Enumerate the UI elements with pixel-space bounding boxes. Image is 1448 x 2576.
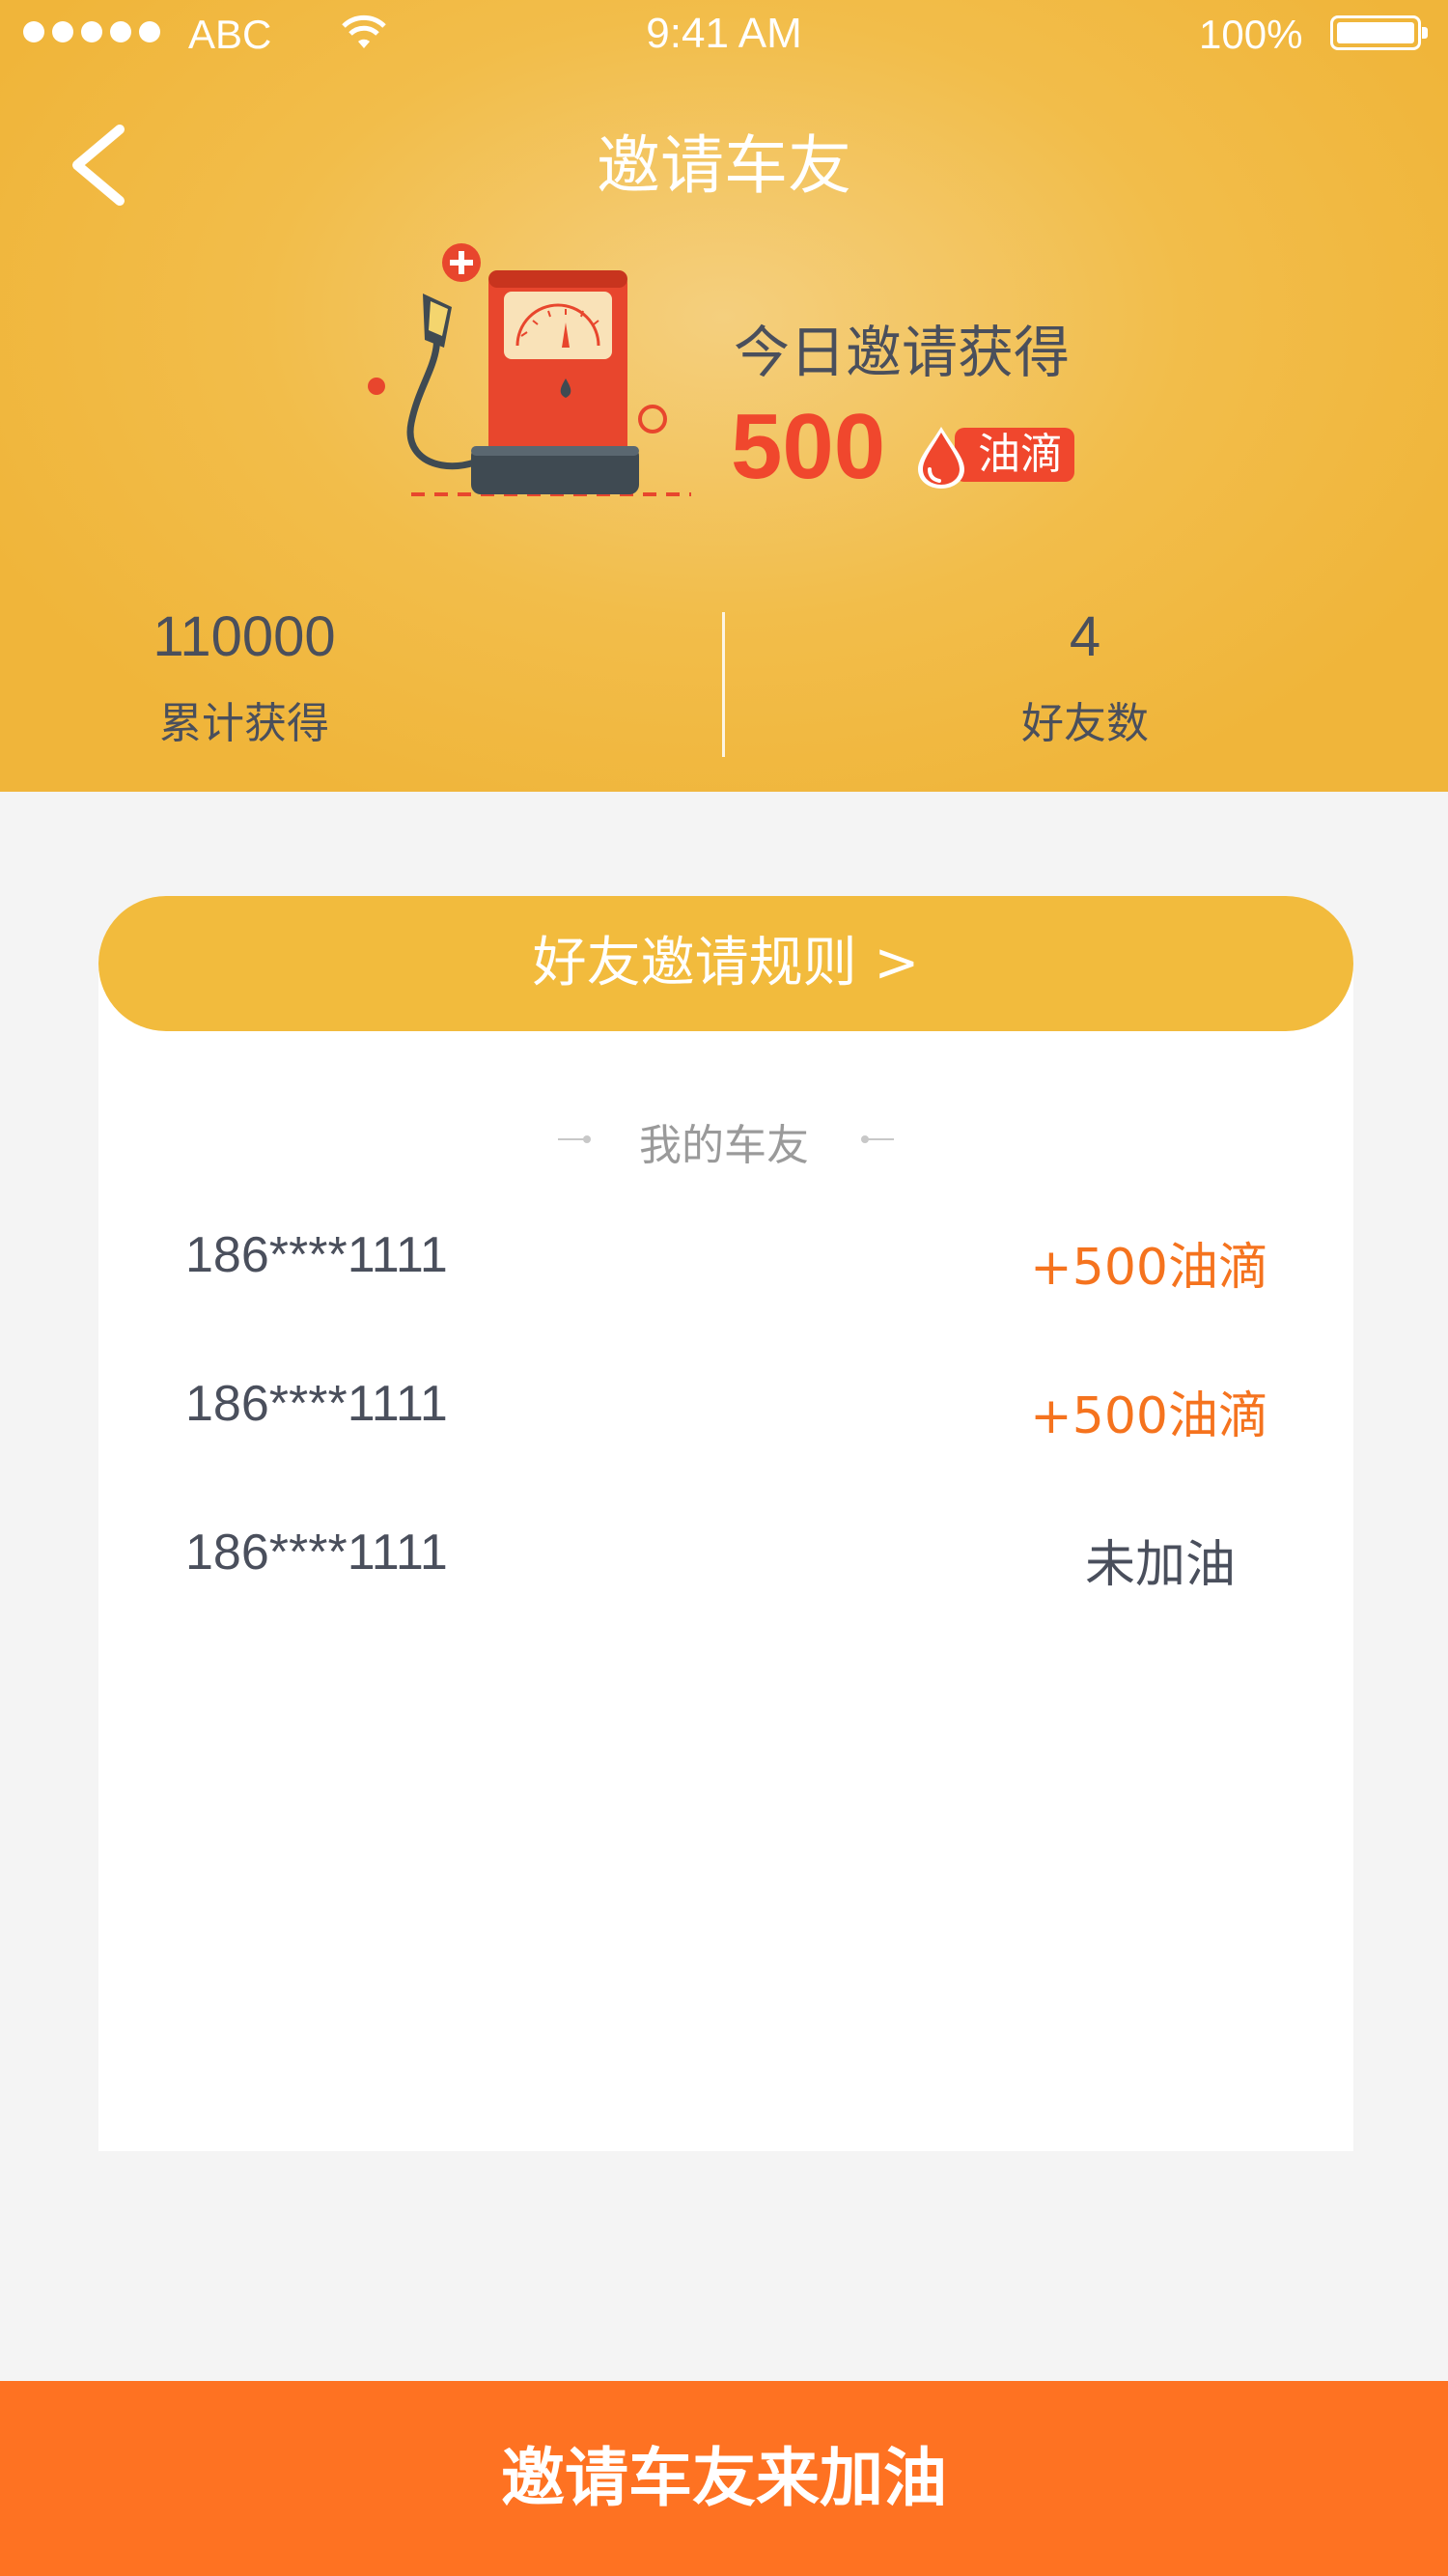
stats-row: 110000 累计获得 4 好友数 — [0, 599, 1448, 763]
friend-row: 186****1111 +500油滴 — [185, 1207, 1268, 1356]
oil-drop-icon — [918, 427, 964, 489]
friend-phone: 186****1111 — [185, 1376, 448, 1432]
page-title: 邀请车友 — [597, 128, 851, 203]
battery-percentage: 100% — [1199, 12, 1303, 57]
oil-drop-unit-badge: 油滴 — [955, 428, 1074, 482]
friend-reward: +500油滴 — [1030, 1387, 1268, 1445]
today-earned-value: 500 — [731, 395, 886, 498]
friend-phone: 186****1111 — [185, 1227, 448, 1283]
friend-reward: +500油滴 — [1030, 1239, 1268, 1297]
friend-row: 186****1111 未加油 — [185, 1504, 1267, 1653]
total-earned-label: 累计获得 — [159, 699, 329, 748]
invite-friends-button[interactable]: 邀请车友来加油 — [0, 2381, 1448, 2576]
friend-status-not-fueled: 未加油 — [1084, 1536, 1236, 1594]
gas-pump-icon — [368, 243, 691, 496]
friend-count-value: 4 — [1069, 605, 1101, 668]
status-bar: ABC 9:41 AM 100% — [0, 0, 1448, 68]
friend-row: 186****1111 +500油滴 — [185, 1356, 1268, 1504]
battery-icon — [1330, 15, 1428, 50]
friend-count-stat: 4 好友数 — [723, 599, 1447, 763]
invite-rules-button[interactable]: 好友邀请规则 > — [98, 896, 1353, 1031]
today-earned-label: 今日邀请获得 — [734, 320, 1071, 385]
header-banner: ABC 9:41 AM 100% 邀请车友 今日邀请获得 500 油滴 1100… — [0, 0, 1448, 792]
my-friends-title: 我的车友 — [639, 1121, 809, 1170]
section-title-right-decoration — [861, 1135, 894, 1143]
friend-list: 186****1111 +500油滴 186****1111 +500油滴 18… — [185, 1207, 1268, 1653]
total-earned-stat: 110000 累计获得 — [0, 599, 606, 763]
friend-phone: 186****1111 — [185, 1525, 448, 1581]
total-earned-value: 110000 — [153, 605, 336, 668]
friend-count-label: 好友数 — [1021, 699, 1149, 748]
